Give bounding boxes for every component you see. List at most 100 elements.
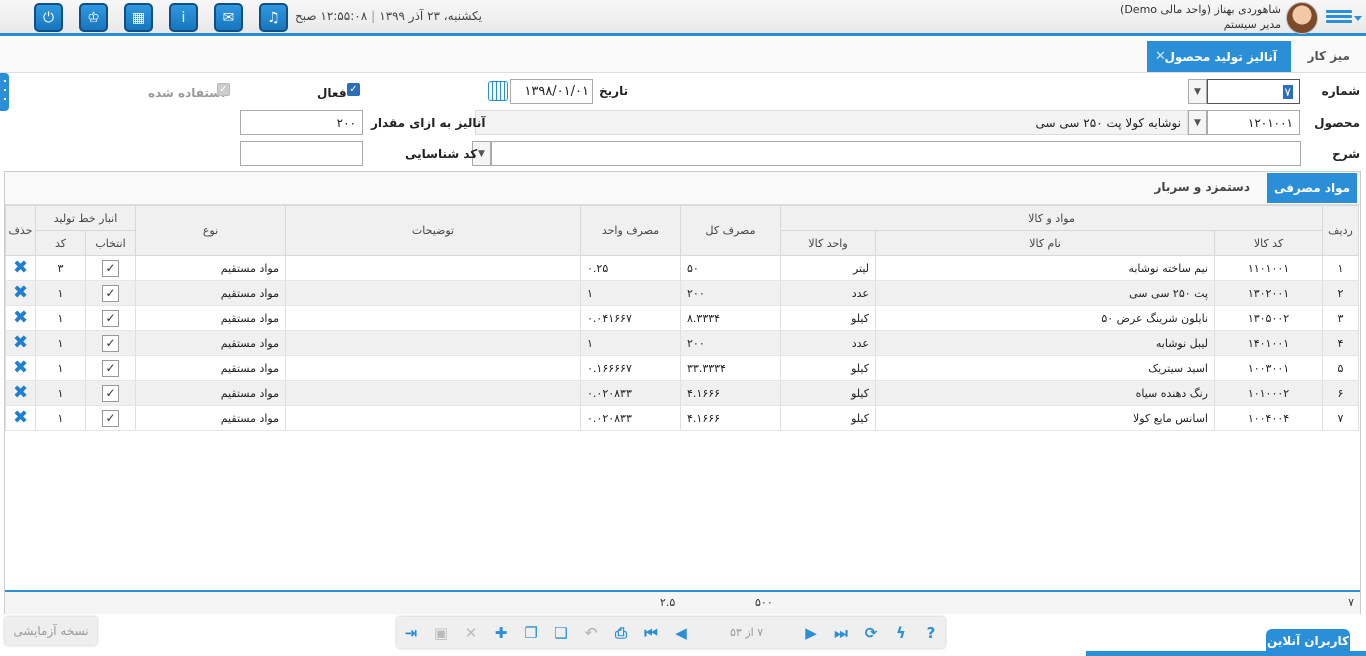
select-checkbox[interactable]: ✓ — [102, 309, 119, 327]
goods-unit[interactable]: کیلو — [780, 355, 876, 381]
delete-icon[interactable]: ✖ — [13, 257, 28, 278]
warehouse-code[interactable]: ۱ — [35, 330, 86, 356]
col-description[interactable]: توضیحات — [285, 205, 581, 256]
goods-unit[interactable]: عدد — [780, 330, 876, 356]
number-field[interactable]: ۷ — [1207, 79, 1300, 104]
first-record-icon[interactable]: ⏮ — [641, 623, 661, 643]
description[interactable] — [285, 355, 581, 381]
goods-code[interactable]: ۱۳۰۲۰۰۱ — [1214, 280, 1323, 306]
goods-unit[interactable]: لیتر — [780, 255, 876, 281]
warehouse-code[interactable]: ۱ — [35, 355, 86, 381]
col-type[interactable]: نوع — [135, 205, 286, 256]
product-dropdown-button[interactable]: ▼ — [1188, 110, 1207, 135]
tab-wages-overhead[interactable]: دستمزد و سربار — [1154, 180, 1250, 194]
select-checkbox[interactable]: ✓ — [102, 384, 119, 402]
calendar-icon[interactable] — [488, 81, 508, 101]
product-code-field[interactable]: ۱۲۰۱۰۰۱ — [1207, 110, 1300, 135]
info-icon[interactable]: i — [169, 3, 198, 32]
total-consumption[interactable]: ۸.۳۳۳۴ — [680, 305, 781, 331]
goods-name[interactable]: نیم ساخته نوشابه — [875, 255, 1215, 281]
calculator-icon[interactable]: ▦ — [124, 3, 153, 32]
goods-code[interactable]: ۱۴۰۱۰۰۱ — [1214, 330, 1323, 356]
delete-icon[interactable]: ✖ — [13, 407, 28, 428]
description[interactable] — [285, 280, 581, 306]
close-icon[interactable]: ✕ — [1155, 49, 1166, 64]
unit-consumption[interactable]: ۰.۰۲۰۸۳۳ — [580, 405, 681, 431]
material-type[interactable]: مواد مستقیم — [135, 380, 286, 406]
description[interactable] — [285, 255, 581, 281]
exit-icon[interactable]: ⇥ — [401, 623, 421, 643]
description[interactable] — [285, 380, 581, 406]
warehouse-code[interactable]: ۱ — [35, 305, 86, 331]
description[interactable] — [285, 330, 581, 356]
goods-unit[interactable]: کیلو — [780, 405, 876, 431]
col-total[interactable]: مصرف کل — [680, 205, 781, 256]
material-type[interactable]: مواد مستقیم — [135, 280, 286, 306]
mail-icon[interactable]: ✉ — [214, 3, 243, 32]
row-number[interactable]: ۳ — [1322, 305, 1359, 331]
power-icon[interactable]: ⏻ — [34, 3, 63, 32]
col-code[interactable]: کد کالا — [1214, 230, 1323, 256]
total-consumption[interactable]: ۴.۱۶۶۶ — [680, 405, 781, 431]
goods-name[interactable]: رنگ دهنده سیاه — [875, 380, 1215, 406]
copy-icon[interactable]: ❐ — [521, 623, 541, 643]
id-code-field[interactable] — [240, 141, 363, 166]
warehouse-code[interactable]: ۱ — [35, 380, 86, 406]
unit-consumption[interactable]: ۰.۱۶۶۶۶۷ — [580, 355, 681, 381]
select-checkbox[interactable]: ✓ — [102, 359, 119, 377]
goods-code[interactable]: ۱۰۰۴۰۰۴ — [1214, 405, 1323, 431]
goods-code[interactable]: ۱۱۰۱۰۰۱ — [1214, 255, 1323, 281]
active-checkbox[interactable]: ✓ — [347, 83, 360, 96]
table-row[interactable]: ۴ ۱۴۰۱۰۰۱ لیبل نوشابه عدد ۲۰۰ ۱ مواد مستقیم ✓ ۱ ✖ — [5, 330, 1359, 356]
table-row[interactable]: ۷ ۱۰۰۴۰۰۴ اسانس مایع کولا کیلو ۴.۱۶۶۶ ۰.۰۲۰۸۳… — [5, 405, 1359, 431]
goods-unit[interactable]: عدد — [780, 280, 876, 306]
material-type[interactable]: مواد مستقیم — [135, 330, 286, 356]
goods-code[interactable]: ۱۰۰۳۰۰۱ — [1214, 355, 1323, 381]
description[interactable] — [285, 405, 581, 431]
col-unit-consumption[interactable]: مصرف واحد — [580, 205, 681, 256]
table-row[interactable]: ۱ ۱۱۰۱۰۰۱ نیم ساخته نوشابه لیتر ۵۰ ۰.۲۵ مواد م… — [5, 255, 1359, 281]
select-checkbox[interactable]: ✓ — [102, 259, 119, 277]
total-consumption[interactable]: ۵۰ — [680, 255, 781, 281]
material-type[interactable]: مواد مستقیم — [135, 405, 286, 431]
material-type[interactable]: مواد مستقیم — [135, 255, 286, 281]
last-record-icon[interactable]: ⏭ — [831, 623, 851, 643]
analysis-qty-field[interactable]: ۲۰۰ — [240, 110, 363, 135]
select-checkbox[interactable]: ✓ — [102, 284, 119, 302]
row-number[interactable]: ۴ — [1322, 330, 1359, 356]
row-number[interactable]: ۱ — [1322, 255, 1359, 281]
delete-icon[interactable]: ✖ — [13, 332, 28, 353]
select-checkbox[interactable]: ✓ — [102, 409, 119, 427]
delete-icon[interactable]: ✖ — [13, 357, 28, 378]
row-number[interactable]: ۷ — [1322, 405, 1359, 431]
col-warehouse-code[interactable]: کد — [35, 230, 86, 256]
row-number[interactable]: ۵ — [1322, 355, 1359, 381]
goods-name[interactable]: اسانس مایع کولا — [875, 405, 1215, 431]
goods-code[interactable]: ۱۳۰۵۰۰۲ — [1214, 305, 1323, 331]
avatar[interactable] — [1286, 2, 1318, 34]
material-type[interactable]: مواد مستقیم — [135, 355, 286, 381]
table-row[interactable]: ۶ ۱۰۱۰۰۰۲ رنگ دهنده سیاه کیلو ۴.۱۶۶۶ ۰.۰۲۰۸۳۳… — [5, 380, 1359, 406]
help-icon[interactable]: ? — [921, 623, 941, 643]
next-record-icon[interactable]: ▶ — [801, 623, 821, 643]
unit-consumption[interactable]: ۱ — [580, 280, 681, 306]
unit-consumption[interactable]: ۱ — [580, 330, 681, 356]
goods-name[interactable]: نایلون شرینگ عرض ۵۰ — [875, 305, 1215, 331]
goods-name[interactable]: اسید سیتریک — [875, 355, 1215, 381]
row-number[interactable]: ۲ — [1322, 280, 1359, 306]
total-consumption[interactable]: ۲۰۰ — [680, 280, 781, 306]
col-unit[interactable]: واحد کالا — [780, 230, 876, 256]
select-checkbox[interactable]: ✓ — [102, 334, 119, 352]
col-row[interactable]: ردیف — [1322, 205, 1359, 256]
number-dropdown-button[interactable]: ▼ — [1188, 79, 1207, 104]
warehouse-code[interactable]: ۱ — [35, 280, 86, 306]
delete-icon[interactable]: ✖ — [13, 382, 28, 403]
bell-icon[interactable]: ♫ — [259, 3, 288, 32]
col-name[interactable]: نام کالا — [875, 230, 1215, 256]
print-icon[interactable]: ⎙ — [611, 623, 631, 643]
previous-record-icon[interactable]: ◀ — [671, 623, 691, 643]
goods-name[interactable]: پت ۲۵۰ سی سی — [875, 280, 1215, 306]
goods-unit[interactable]: کیلو — [780, 305, 876, 331]
row-number[interactable]: ۶ — [1322, 380, 1359, 406]
side-panel-handle[interactable] — [0, 73, 9, 111]
